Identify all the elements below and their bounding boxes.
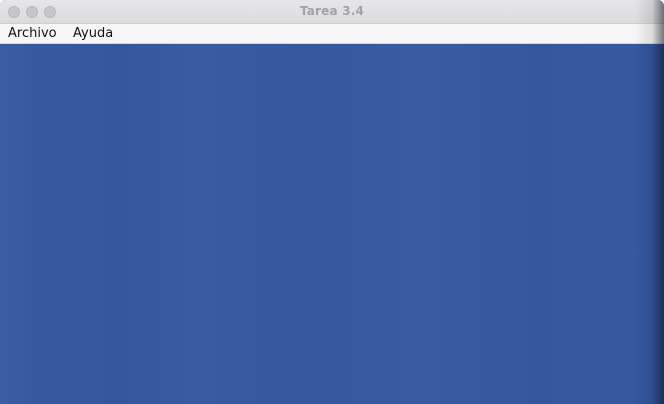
app-window: Tarea 3.4 Archivo Ayuda (0, 0, 664, 404)
title-bar[interactable]: Tarea 3.4 (0, 0, 664, 24)
menu-archivo[interactable]: Archivo (6, 26, 59, 41)
menu-bar: Archivo Ayuda (0, 24, 664, 44)
window-title: Tarea 3.4 (299, 4, 365, 18)
menu-ayuda[interactable]: Ayuda (71, 26, 115, 41)
content-canvas[interactable] (0, 44, 664, 404)
